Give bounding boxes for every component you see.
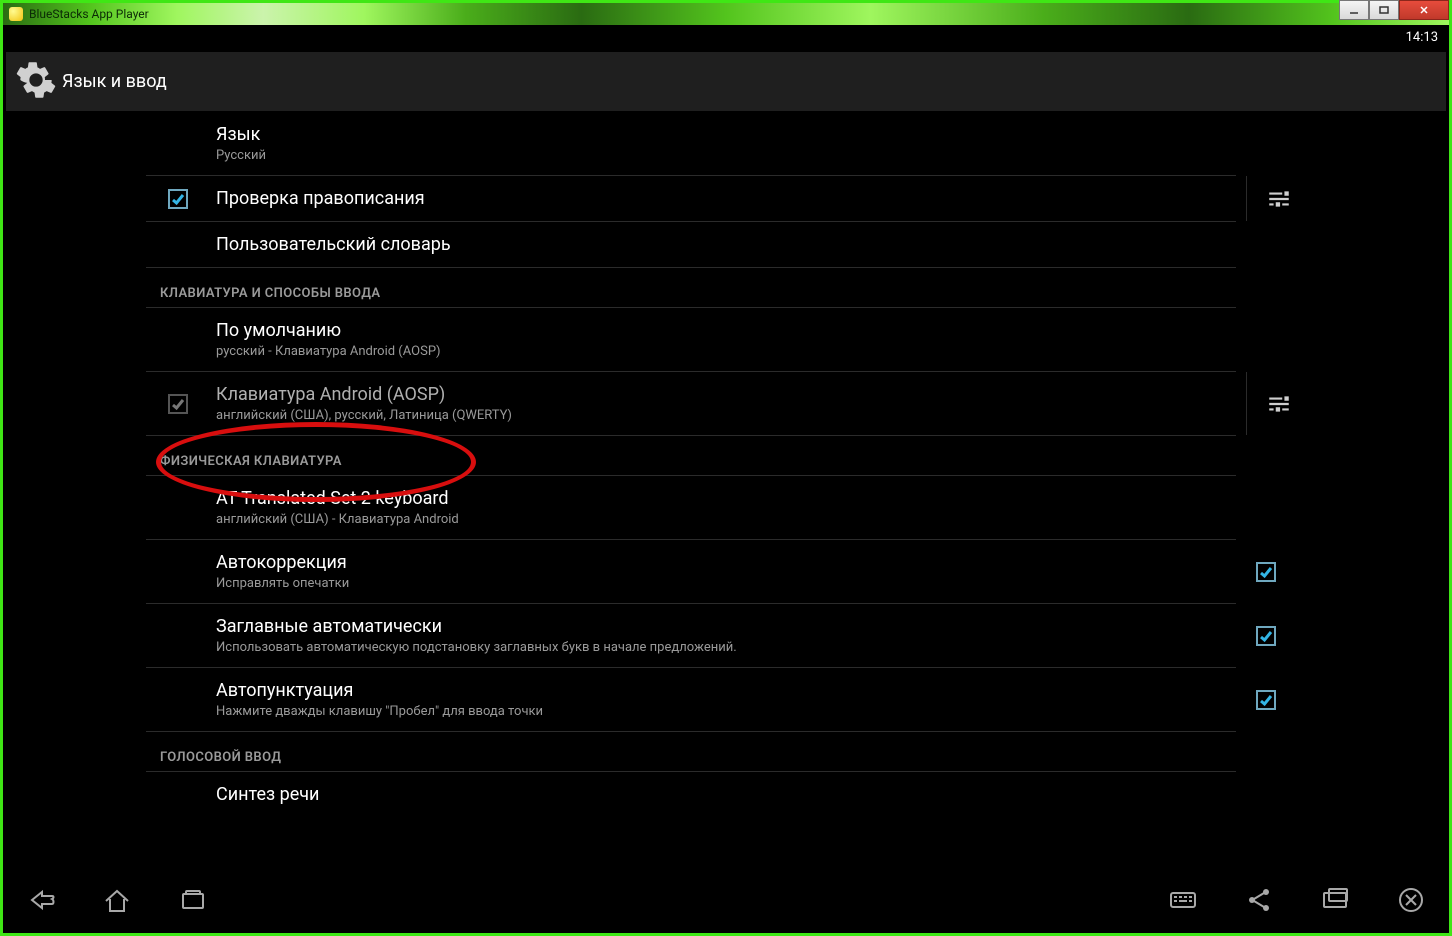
row-title: Заглавные автоматически: [216, 616, 1236, 637]
status-bar-clock: 14:13: [1406, 30, 1438, 45]
row-autopunct[interactable]: Автопунктуация Нажмите дважды клавишу "П…: [146, 668, 1236, 732]
settings-list: Язык Русский Проверка правописания: [6, 112, 1446, 874]
share-icon[interactable]: [1244, 885, 1274, 919]
row-subtitle: английский (США), русский, Латиница (QWE…: [216, 408, 1236, 423]
section-voice-input: ГОЛОСОВОЙ ВВОД: [146, 732, 1236, 772]
back-icon[interactable]: [26, 885, 56, 919]
autocap-checkbox[interactable]: [1256, 626, 1276, 646]
section-physical-keyboard: ФИЗИЧЕСКАЯ КЛАВИАТУРА: [146, 436, 1236, 476]
row-at-translated-keyboard[interactable]: AT Translated Set 2 keyboard английский …: [146, 476, 1236, 540]
row-subtitle: русский - Клавиатура Android (AOSP): [216, 344, 1236, 359]
row-subtitle: Нажмите дважды клавишу "Пробел" для ввод…: [216, 704, 1236, 719]
app-icon: [9, 7, 23, 21]
page-title: Язык и ввод: [62, 71, 167, 92]
close-circle-icon[interactable]: [1396, 885, 1426, 919]
settings-sliders-button[interactable]: [1246, 372, 1310, 435]
row-autocap[interactable]: Заглавные автоматически Использовать авт…: [146, 604, 1236, 668]
row-spellcheck[interactable]: Проверка правописания: [146, 176, 1236, 222]
row-default-keyboard[interactable]: По умолчанию русский - Клавиатура Androi…: [146, 308, 1236, 372]
row-subtitle: Исправлять опечатки: [216, 576, 1236, 591]
row-tts[interactable]: Синтез речи: [146, 772, 1236, 817]
row-android-keyboard[interactable]: Клавиатура Android (AOSP) английский (СШ…: [146, 372, 1236, 436]
android-keyboard-checkbox: [168, 394, 188, 414]
window-close-button[interactable]: [1399, 0, 1449, 20]
row-title: Автопунктуация: [216, 680, 1236, 701]
section-keyboard-input: КЛАВИАТУРА И СПОСОБЫ ВВОДА: [146, 268, 1236, 308]
autocorrect-checkbox[interactable]: [1256, 562, 1276, 582]
window-minimize-button[interactable]: [1339, 0, 1369, 20]
autopunct-checkbox[interactable]: [1256, 690, 1276, 710]
row-language[interactable]: Язык Русский: [146, 112, 1236, 176]
row-title: Проверка правописания: [216, 188, 1236, 209]
gear-icon: [16, 60, 56, 104]
row-title: Пользовательский словарь: [216, 234, 1236, 255]
recent-apps-icon[interactable]: [178, 885, 208, 919]
spellcheck-checkbox[interactable]: [168, 189, 188, 209]
row-subtitle: Использовать автоматическую подстановку …: [216, 640, 1236, 655]
row-title: Синтез речи: [216, 784, 1236, 805]
row-subtitle: английский (США) - Клавиатура Android: [216, 512, 1236, 527]
android-navbar: [6, 874, 1446, 930]
row-title: По умолчанию: [216, 320, 1236, 341]
row-title: Язык: [216, 124, 1236, 145]
fullscreen-icon[interactable]: [1320, 885, 1350, 919]
home-icon[interactable]: [102, 885, 132, 919]
settings-sliders-button[interactable]: [1246, 176, 1310, 221]
window-maximize-button[interactable]: [1369, 0, 1399, 20]
window-title: BlueStacks App Player: [29, 7, 149, 21]
row-subtitle: Русский: [216, 148, 1236, 163]
action-bar[interactable]: Язык и ввод: [6, 52, 1446, 112]
row-autocorrect[interactable]: Автокоррекция Исправлять опечатки: [146, 540, 1236, 604]
row-user-dictionary[interactable]: Пользовательский словарь: [146, 222, 1236, 268]
keyboard-icon[interactable]: [1168, 885, 1198, 919]
row-title: Автокоррекция: [216, 552, 1236, 573]
row-title: AT Translated Set 2 keyboard: [216, 488, 1236, 509]
window-titlebar: BlueStacks App Player: [3, 3, 1449, 25]
row-title: Клавиатура Android (AOSP): [216, 384, 1236, 405]
